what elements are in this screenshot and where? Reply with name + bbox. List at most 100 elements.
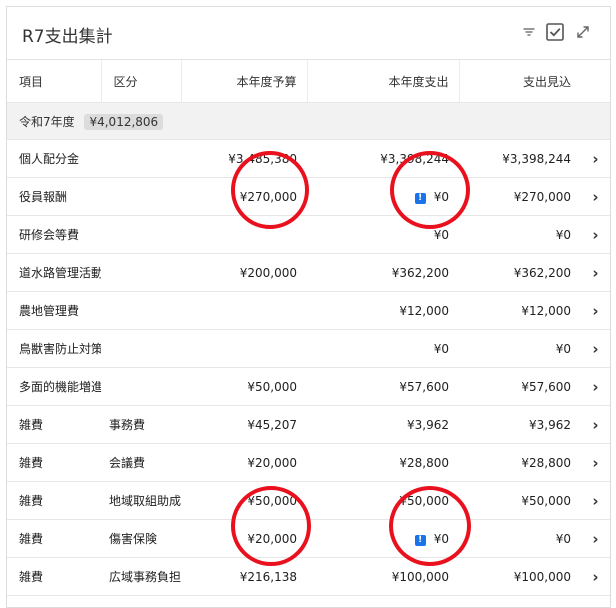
cell-category: 事務費 [101, 405, 181, 444]
cell-category [101, 253, 181, 292]
cell-item: 農地管理費 [7, 291, 101, 330]
cell-budget: ¥216,138 [181, 557, 307, 596]
chevron-right-icon[interactable]: › [581, 139, 610, 178]
cell-spent: ¥50,000 [307, 481, 459, 520]
table-row[interactable]: 研修会等費 ¥0 ¥0 › [7, 215, 610, 254]
cell-budget [181, 215, 307, 254]
cell-budget: ¥20,000 [181, 443, 307, 482]
cell-item-text: 雑費 [19, 570, 44, 584]
table-row[interactable]: 道水路管理活動 ¥200,000 ¥362,200 ¥362,200 › [7, 253, 610, 292]
cell-forecast: ¥50,000 [459, 481, 581, 520]
cell-item-text: 雑費 [19, 456, 44, 470]
cell-spent-text: ¥362,200 [391, 265, 449, 280]
cell-item-text: 研修会等費 [19, 228, 80, 242]
cell-item-text: 個人配分金 [19, 152, 80, 166]
cell-item-text: 雑費 [19, 494, 44, 508]
cell-budget: ¥3,485,380 [181, 139, 307, 178]
cell-budget-text: ¥200,000 [239, 265, 297, 280]
table-row[interactable]: 雑費 広域事務負担 ¥216,138 ¥100,000 ¥100,000 › [7, 557, 610, 596]
cell-item: 道水路管理活動 [7, 253, 101, 292]
cell-spent-text: ¥3,962 [407, 417, 449, 432]
cell-forecast: ¥270,000 [459, 177, 581, 216]
column-header-forecast[interactable]: 支出見込 [458, 60, 581, 103]
cell-item-text: 多面的機能増進 [19, 380, 101, 394]
cell-spent: ¥362,200 [307, 253, 459, 292]
table-row[interactable]: 多面的機能増進 ¥50,000 ¥57,600 ¥57,600 › [7, 367, 610, 406]
cell-category [101, 215, 181, 254]
chevron-right-icon[interactable]: › [581, 367, 610, 406]
cell-category: 会議費 [101, 443, 181, 482]
cell-item: 雑費 [7, 519, 101, 558]
cell-category: 傷害保険 [101, 519, 181, 558]
chevron-right-icon[interactable]: › [581, 177, 610, 216]
cell-item-text: 役員報酬 [19, 190, 68, 204]
cell-item-text: 道水路管理活動 [19, 266, 101, 280]
cell-item-text: 雑費 [19, 532, 44, 546]
column-header-action [581, 60, 610, 103]
expense-table: 項目 区分 本年度予算 本年度支出 支出見込 令和7年度 ¥4,012,806 … [7, 60, 610, 596]
cell-budget: ¥270,000 [181, 177, 307, 216]
group-label: 令和7年度 [19, 114, 75, 129]
cell-spent: ¥0 [307, 329, 459, 368]
cell-spent-text: ¥0 [433, 341, 449, 356]
expense-summary-widget: R7支出集計 項目 区分 本年度予算 本年度支出 支出見込 令和7年度 ¥4,0… [6, 6, 611, 608]
chevron-right-icon[interactable]: › [581, 215, 610, 254]
cell-category-text: 傷害保険 [109, 532, 158, 546]
cell-forecast: ¥12,000 [459, 291, 581, 330]
chevron-right-icon[interactable]: › [581, 519, 610, 558]
cell-budget-text: ¥45,207 [247, 417, 297, 432]
cell-budget-text: ¥3,485,380 [228, 151, 297, 166]
column-header-spent[interactable]: 本年度支出 [306, 60, 459, 103]
chevron-right-icon[interactable]: › [581, 253, 610, 292]
table-row[interactable]: 鳥獣害防止対策 ¥0 ¥0 › [7, 329, 610, 368]
table-row[interactable]: 役員報酬 ¥270,000! ¥0 ¥270,000 › [7, 177, 610, 216]
cell-forecast: ¥0 [459, 519, 581, 558]
table-row[interactable]: 雑費 会議費 ¥20,000 ¥28,800 ¥28,800 › [7, 443, 610, 482]
table-row[interactable]: 雑費 事務費 ¥45,207 ¥3,962 ¥3,962 › [7, 405, 610, 444]
cell-spent: ¥3,398,244 [307, 139, 459, 178]
cell-budget [181, 329, 307, 368]
table-row[interactable]: 個人配分金 ¥3,485,380 ¥3,398,244 ¥3,398,244 › [7, 139, 610, 178]
cell-item-text: 農地管理費 [19, 304, 80, 318]
cell-budget-text: ¥270,000 [239, 189, 297, 204]
cell-spent: ! ¥0 [307, 519, 459, 558]
cell-spent-text: ¥0 [433, 227, 449, 242]
cell-forecast: ¥100,000 [459, 557, 581, 596]
cell-category [101, 139, 181, 178]
cell-budget: ¥50,000 [181, 367, 307, 406]
chevron-right-icon[interactable]: › [581, 481, 610, 520]
column-header-budget[interactable]: 本年度予算 [180, 60, 307, 103]
cell-forecast-text: ¥0 [555, 341, 571, 356]
chevron-right-icon[interactable]: › [581, 443, 610, 482]
table-row[interactable]: 雑費 傷害保険 ¥20,000! ¥0 ¥0 › [7, 519, 610, 558]
filter-icon[interactable] [519, 22, 539, 42]
chevron-right-icon[interactable]: › [581, 405, 610, 444]
cell-item: 研修会等費 [7, 215, 101, 254]
table-row[interactable]: 雑費 地域取組助成 ¥50,000 ¥50,000 ¥50,000 › [7, 481, 610, 520]
cell-category-text: 事務費 [109, 418, 146, 432]
cell-forecast-text: ¥270,000 [513, 189, 571, 204]
cell-spent: ¥100,000 [307, 557, 459, 596]
chevron-right-icon[interactable]: › [581, 291, 610, 330]
cell-budget: ¥200,000 [181, 253, 307, 292]
cell-category [101, 291, 181, 330]
cell-spent-text: ¥100,000 [391, 569, 449, 584]
chevron-right-icon[interactable]: › [581, 329, 610, 368]
column-header-item[interactable]: 項目 [7, 60, 101, 103]
cell-category-text: 地域取組助成 [109, 494, 181, 508]
cell-category [101, 329, 181, 368]
cell-spent: ¥57,600 [307, 367, 459, 406]
cell-spent: ¥28,800 [307, 443, 459, 482]
checkbox-checked-icon[interactable] [545, 22, 565, 42]
cell-budget: ¥50,000 [181, 481, 307, 520]
expand-icon[interactable] [573, 22, 593, 42]
cell-spent-text: ¥57,600 [399, 379, 449, 394]
chevron-right-icon[interactable]: › [581, 557, 610, 596]
cell-spent: ¥0 [307, 215, 459, 254]
cell-item: 雑費 [7, 405, 101, 444]
column-header-category[interactable]: 区分 [100, 60, 181, 103]
cell-forecast-text: ¥3,962 [529, 417, 571, 432]
table-row[interactable]: 農地管理費 ¥12,000 ¥12,000 › [7, 291, 610, 330]
group-total-badge: ¥4,012,806 [84, 113, 164, 130]
group-row[interactable]: 令和7年度 ¥4,012,806 [7, 102, 610, 140]
